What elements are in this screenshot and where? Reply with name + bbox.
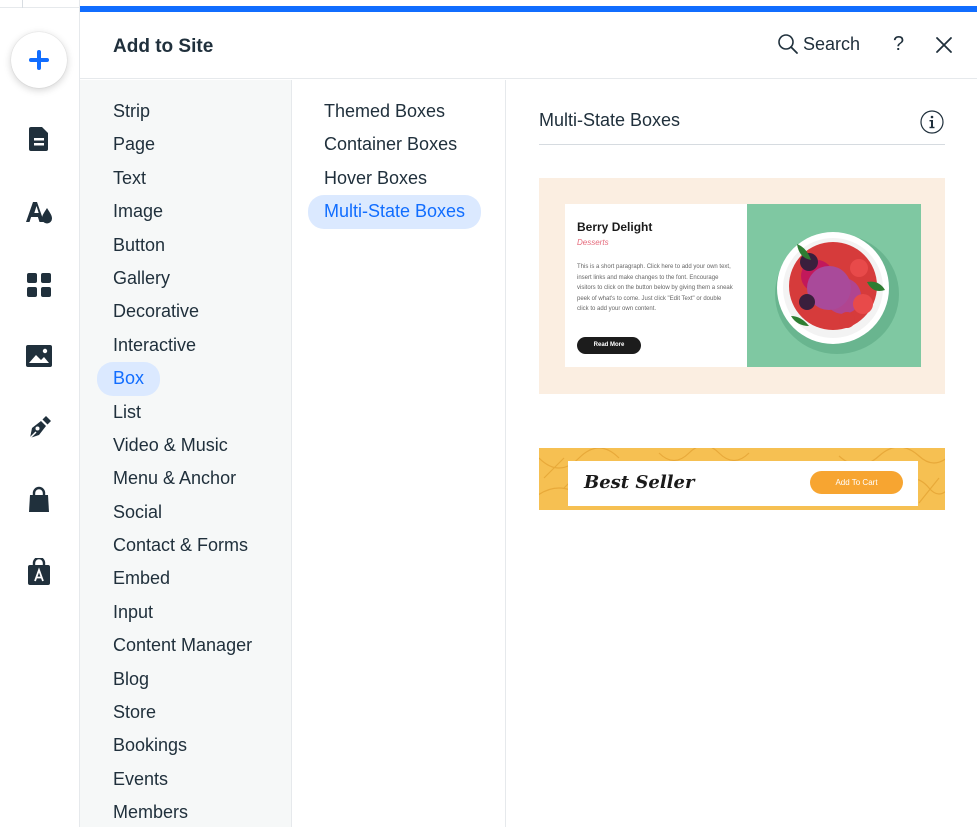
add-button[interactable]: [11, 32, 67, 88]
market-icon: [28, 558, 50, 585]
info-button[interactable]: [920, 110, 944, 134]
section-divider: [539, 144, 945, 145]
subcategory-container-boxes[interactable]: Container Boxes: [308, 128, 473, 161]
subcategory-column: Themed Boxes Container Boxes Hover Boxes…: [292, 80, 506, 827]
store-button[interactable]: [24, 485, 54, 515]
category-menu-anchor[interactable]: Menu & Anchor: [97, 462, 252, 495]
blog-button[interactable]: [24, 412, 54, 442]
category-social[interactable]: Social: [97, 496, 178, 529]
store-bag-icon: [29, 486, 49, 512]
media-button[interactable]: [24, 341, 54, 371]
info-icon: [920, 110, 944, 134]
rail-top-divider: [0, 0, 80, 8]
category-content-manager[interactable]: Content Manager: [97, 629, 268, 662]
category-contact-forms[interactable]: Contact & Forms: [97, 529, 264, 562]
category-list: Strip Page Text Image Button Gallery Dec…: [97, 95, 268, 827]
category-image[interactable]: Image: [97, 195, 179, 228]
preview-best-seller[interactable]: Best Seller Add To Cart: [539, 448, 945, 510]
section-title: Multi-State Boxes: [539, 110, 681, 130]
theme-button[interactable]: [24, 197, 54, 227]
preview-read-more-button: Read More: [577, 337, 641, 354]
subcategory-hover-boxes[interactable]: Hover Boxes: [308, 162, 443, 195]
apps-icon: [27, 273, 51, 297]
search-label: Search: [803, 33, 861, 54]
category-blog[interactable]: Blog: [97, 663, 165, 696]
preview-column: Multi-State Boxes Berry Delight Desserts…: [507, 80, 977, 827]
pen-icon: [29, 416, 51, 439]
left-rail: [0, 0, 80, 827]
subcategory-themed-boxes[interactable]: Themed Boxes: [308, 95, 461, 128]
close-button[interactable]: [933, 34, 955, 56]
category-embed[interactable]: Embed: [97, 562, 186, 595]
category-store[interactable]: Store: [97, 696, 172, 729]
category-video-music[interactable]: Video & Music: [97, 429, 244, 462]
preview-heading: Berry Delight: [577, 220, 653, 234]
panel-title: Add to Site: [113, 36, 214, 57]
preview-card: Berry Delight Desserts This is a short p…: [565, 204, 747, 367]
category-events[interactable]: Events: [97, 763, 184, 796]
preview-berry-delight[interactable]: Berry Delight Desserts This is a short p…: [539, 178, 945, 394]
category-page[interactable]: Page: [97, 128, 171, 161]
category-list[interactable]: List: [97, 396, 157, 429]
category-box[interactable]: Box: [97, 362, 161, 396]
preview-subheading: Desserts: [577, 238, 609, 247]
category-decorative[interactable]: Decorative: [97, 295, 215, 328]
preview-add-to-cart-button: Add To Cart: [810, 471, 903, 494]
panel-header: Add to Site Search ?: [80, 12, 977, 79]
preview-card: Best Seller Add To Cart: [568, 461, 918, 506]
category-members[interactable]: Members: [97, 796, 204, 827]
market-button[interactable]: [24, 557, 54, 587]
category-text[interactable]: Text: [97, 162, 162, 195]
preview-best-seller-text: Best Seller: [584, 472, 695, 493]
category-gallery[interactable]: Gallery: [97, 262, 186, 295]
help-button[interactable]: ?: [893, 33, 904, 56]
search-icon: [778, 34, 798, 54]
category-button[interactable]: Button: [97, 229, 181, 262]
close-icon: [936, 37, 952, 53]
subcategory-multi-state-boxes[interactable]: Multi-State Boxes: [308, 195, 482, 229]
dessert-bowl-image: [775, 232, 899, 354]
category-bookings[interactable]: Bookings: [97, 729, 203, 762]
category-column: Strip Page Text Image Button Gallery Dec…: [80, 80, 292, 827]
plus-icon: [29, 50, 49, 70]
subcategory-list: Themed Boxes Container Boxes Hover Boxes…: [308, 95, 482, 229]
pages-button[interactable]: [24, 124, 54, 154]
page-icon: [29, 127, 48, 151]
apps-button[interactable]: [24, 270, 54, 300]
category-strip[interactable]: Strip: [97, 95, 166, 128]
theme-icon: [26, 202, 52, 224]
dessert-image: [747, 204, 921, 367]
category-input[interactable]: Input: [97, 596, 169, 629]
preview-paragraph: This is a short paragraph. Click here to…: [577, 264, 733, 312]
category-interactive[interactable]: Interactive: [97, 329, 212, 362]
search-button[interactable]: Search: [777, 33, 860, 55]
media-icon: [26, 345, 52, 367]
